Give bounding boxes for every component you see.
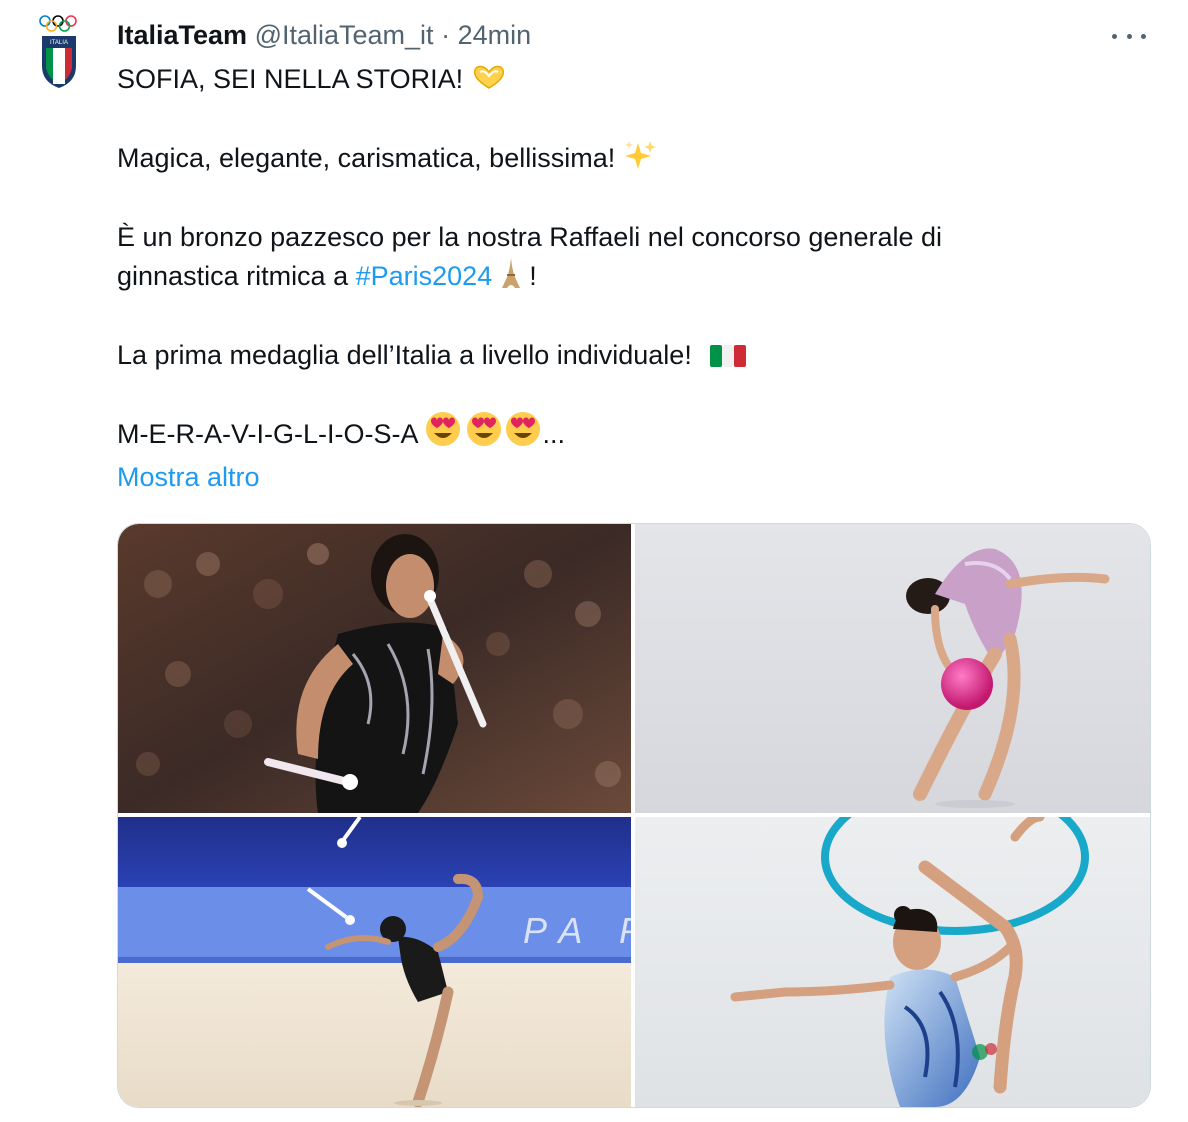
- text-line-5-content: M-E-R-A-V-I-G-L-I-O-S-A: [117, 419, 417, 449]
- heart-hands-emoji: [473, 65, 504, 89]
- meta-separator: ·: [433, 20, 458, 50]
- sparkles-emoji: [624, 141, 656, 169]
- text-line-1-content: SOFIA, SEI NELLA STORIA!: [117, 64, 464, 94]
- olympic-rings-icon: [39, 15, 77, 32]
- photo-gymnast-clubs[interactable]: [118, 524, 631, 813]
- author-handle[interactable]: @ItaliaTeam_it: [255, 20, 434, 50]
- text-line-1: SOFIA, SEI NELLA STORIA!: [117, 60, 1117, 99]
- eiffel-tower-emoji: [501, 258, 520, 288]
- tweet-header: ItaliaTeam @ItaliaTeam_it · 24min: [117, 18, 1148, 52]
- photo-gymnast-hoop[interactable]: [635, 817, 1150, 1107]
- text-line-3b-content: ginnastica ritmica a: [117, 261, 356, 291]
- heart-eyes-emoji: [425, 412, 540, 446]
- text-ellipsis: ...: [542, 419, 566, 449]
- avatar[interactable]: ITALIA: [36, 14, 82, 90]
- text-line-4: La prima medaglia dell’Italia a livello …: [117, 336, 1117, 375]
- author-name[interactable]: ItaliaTeam: [117, 20, 247, 50]
- show-more-link[interactable]: Mostra altro: [117, 458, 260, 497]
- hashtag-link[interactable]: #Paris2024: [356, 261, 493, 291]
- text-line-3a: È un bronzo pazzesco per la nostra Raffa…: [117, 222, 943, 252]
- text-line-2-content: Magica, elegante, carismatica, bellissim…: [117, 143, 616, 173]
- italy-flag-emoji: [710, 345, 747, 367]
- tweet-time[interactable]: 24min: [458, 20, 532, 50]
- media-grid: PA P: [117, 523, 1151, 1108]
- text-line-3c-content: !: [521, 261, 537, 291]
- more-options-icon[interactable]: [1112, 26, 1146, 46]
- tweet-text: SOFIA, SEI NELLA STORIA! Magica, elegant…: [117, 60, 1117, 454]
- logo-text: ITALIA: [50, 40, 68, 46]
- photo-gymnast-ball[interactable]: [635, 524, 1150, 813]
- text-line-4-content: La prima medaglia dell’Italia a livello …: [117, 340, 692, 370]
- text-line-3b: ginnastica ritmica a #Paris2024 !: [117, 257, 1117, 296]
- text-line-2: Magica, elegante, carismatica, bellissim…: [117, 139, 1117, 178]
- text-line-5: M-E-R-A-V-I-G-L-I-O-S-A ...: [117, 411, 1117, 454]
- arena-letters: PA P: [523, 910, 631, 951]
- italia-team-logo-icon: ITALIA: [39, 15, 77, 88]
- photo-gymnast-arena[interactable]: PA P: [118, 817, 631, 1107]
